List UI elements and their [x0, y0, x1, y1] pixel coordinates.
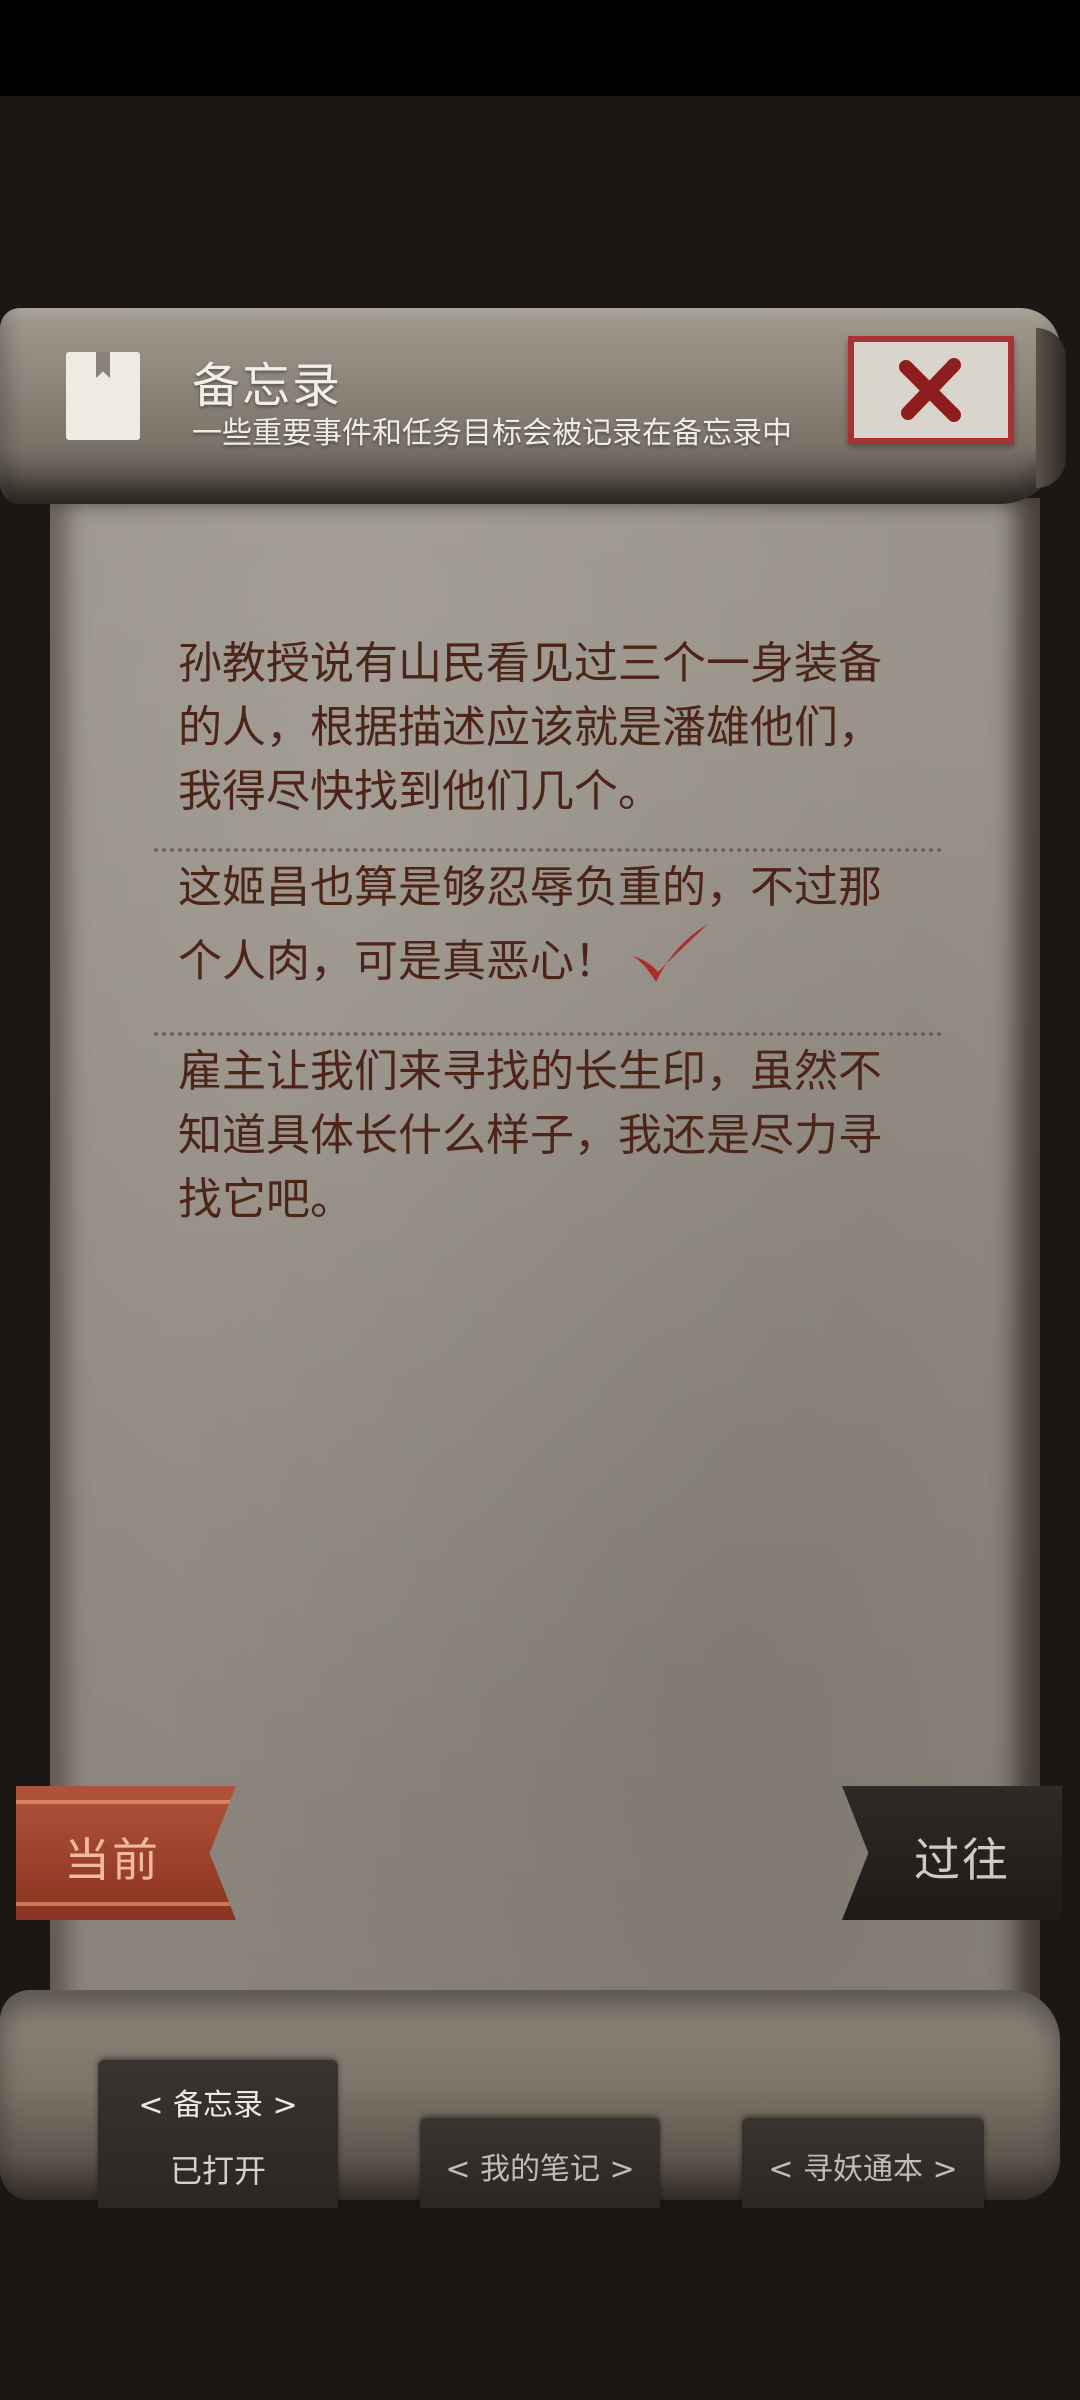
memo-text: 雇主让我们来寻找的长生印，虽然不知道具体长什么样子，我还是尽力寻找它吧。: [178, 1046, 882, 1225]
tab-my-notes[interactable]: < 我的笔记 >: [420, 2118, 660, 2208]
close-x-icon: [899, 358, 961, 422]
memo-item[interactable]: 雇主让我们来寻找的长生印，虽然不知道具体长什么样子，我还是尽力寻找它吧。: [178, 1036, 918, 1256]
tab-monster-book-label: < 寻妖通本 >: [768, 2152, 958, 2187]
checkmark-icon: [628, 920, 712, 1008]
memo-item[interactable]: 这姬昌也算是够忍辱负重的，不过那个人肉，可是真恶心！: [178, 852, 918, 1032]
memo-book-icon: [66, 352, 140, 440]
divider: [154, 848, 942, 852]
memo-list: 孙教授说有山民看见过三个一身装备的人，根据描述应该就是潘雄他们，我得尽快找到他们…: [154, 628, 942, 1256]
memo-text: 这姬昌也算是够忍辱负重的，不过那个人肉，可是真恶心！: [178, 862, 882, 987]
memo-text: 孙教授说有山民看见过三个一身装备的人，根据描述应该就是潘雄他们，我得尽快找到他们…: [178, 638, 882, 817]
divider: [154, 1032, 942, 1036]
bottom-background: [0, 2200, 1080, 2400]
page-title: 备忘录: [192, 358, 343, 414]
past-label: 过往: [914, 1833, 1010, 1887]
current-label: 当前: [64, 1833, 160, 1887]
tab-memo[interactable]: < 备忘录 > 已打开: [98, 2060, 338, 2208]
tab-memo-label: < 备忘录 >: [138, 2088, 298, 2123]
status-bar: [0, 0, 1080, 96]
current-tab-ribbon[interactable]: 当前: [16, 1786, 236, 1920]
memo-item[interactable]: 孙教授说有山民看见过三个一身装备的人，根据描述应该就是潘雄他们，我得尽快找到他们…: [178, 628, 918, 848]
tab-my-notes-label: < 我的笔记 >: [445, 2152, 635, 2187]
page-subtitle: 一些重要事件和任务目标会被记录在备忘录中: [192, 416, 792, 451]
tab-memo-status: 已打开: [169, 2152, 266, 2190]
past-tab-ribbon[interactable]: 过往: [842, 1786, 1062, 1920]
tab-monster-book[interactable]: < 寻妖通本 >: [742, 2118, 984, 2208]
close-button[interactable]: [848, 336, 1014, 444]
